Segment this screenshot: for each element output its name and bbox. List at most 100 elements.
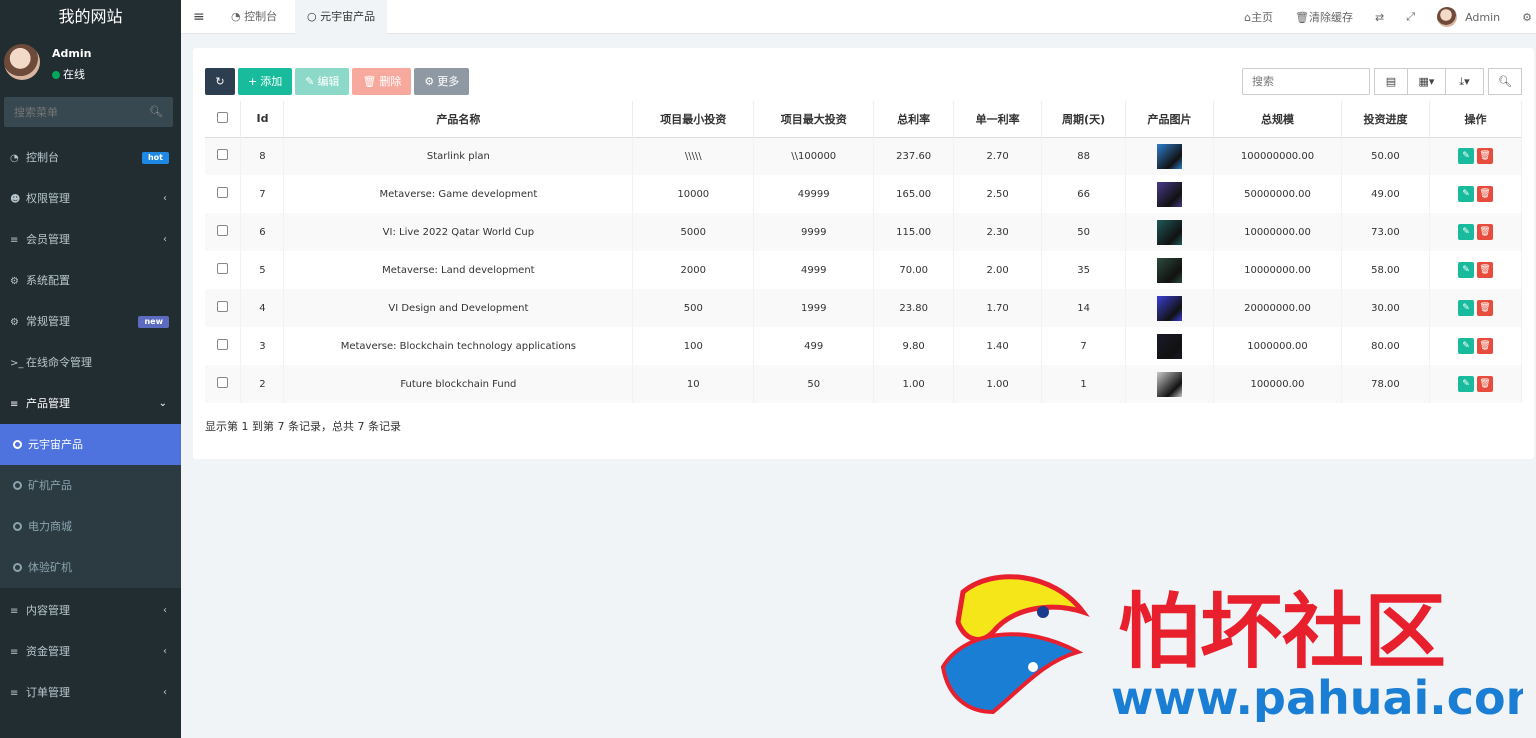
trash-icon: 🗑︎	[1479, 189, 1491, 199]
sidebar-item-online-command[interactable]: >_ 在线命令管理	[0, 342, 181, 383]
menu-search-input[interactable]	[4, 97, 144, 127]
row-delete-button[interactable]: 🗑︎	[1476, 186, 1493, 202]
sidebar-item-content[interactable]: ≡ 内容管理 ‹	[0, 590, 181, 631]
sidebar-item-general[interactable]: ⚙ 常规管理 new	[0, 301, 181, 342]
col-single-rate[interactable]: 单一利率	[953, 101, 1043, 137]
col-progress[interactable]: 投资进度	[1341, 101, 1430, 137]
product-thumbnail[interactable]	[1157, 295, 1183, 321]
row-edit-button[interactable]: ✎	[1457, 300, 1474, 316]
row-delete-button[interactable]: 🗑︎	[1476, 224, 1493, 240]
tab-metaverse-products[interactable]: ○ 元宇宙产品	[295, 0, 388, 34]
submenu-item-metaverse[interactable]: 元宇宙产品	[0, 424, 181, 465]
row-edit-button[interactable]: ✎	[1457, 186, 1474, 202]
table-row[interactable]: 2 Future blockchain Fund 10 50 1.00 1.00 1 1000…	[205, 365, 1523, 403]
row-checkbox[interactable]	[217, 187, 229, 198]
table-row[interactable]: 4 VI Design and Development 500 1999 23.80 1.…	[205, 289, 1523, 327]
submenu-item-miner[interactable]: 矿机产品	[0, 465, 181, 506]
row-delete-button[interactable]: 🗑︎	[1476, 300, 1493, 316]
row-checkbox[interactable]	[217, 377, 229, 388]
more-button[interactable]: ⚙ 更多	[414, 68, 470, 95]
row-delete-button[interactable]: 🗑︎	[1476, 338, 1493, 354]
export-button[interactable]: ⤓▾	[1446, 68, 1484, 95]
sidebar-item-members[interactable]: ≡ 会员管理 ‹	[0, 219, 181, 260]
refresh-icon: ↻	[215, 75, 225, 88]
row-delete-button[interactable]: 🗑︎	[1476, 148, 1493, 165]
table-row[interactable]: 3 Metaverse: Blockchain technology applic…	[205, 327, 1523, 365]
col-scale[interactable]: 总规模	[1213, 101, 1342, 137]
col-cycle[interactable]: 周期(天)	[1041, 101, 1127, 137]
delete-button[interactable]: 🗑︎ 删除	[352, 68, 412, 95]
toggle-view-button[interactable]: ▤	[1374, 68, 1408, 95]
cell-actions: ✎ 🗑︎	[1429, 251, 1523, 289]
col-max-invest[interactable]: 项目最大投资	[753, 101, 875, 137]
search-icon[interactable]: 🔍︎	[149, 105, 163, 118]
cell-progress: 78.00	[1341, 365, 1430, 403]
add-button[interactable]: + 添加	[238, 68, 293, 95]
select-all-checkbox[interactable]	[217, 111, 229, 123]
submenu-item-power-store[interactable]: 电力商城	[0, 506, 181, 547]
row-delete-button[interactable]: 🗑︎	[1476, 376, 1493, 392]
cell-progress: 49.00	[1341, 175, 1430, 213]
col-image[interactable]: 产品图片	[1125, 101, 1215, 137]
menu-search: 🔍︎	[4, 97, 173, 127]
cell-cycle: 35	[1041, 251, 1127, 289]
product-thumbnail[interactable]	[1157, 257, 1183, 283]
row-edit-button[interactable]: ✎	[1457, 338, 1474, 354]
sidebar-item-products[interactable]: ≡ 产品管理 ⌄	[0, 383, 181, 424]
product-thumbnail[interactable]	[1157, 181, 1183, 207]
sidebar-item-orders[interactable]: ≡ 订单管理 ‹	[0, 672, 181, 713]
cell-image	[1125, 365, 1215, 403]
table-row[interactable]: 7 Metaverse: Game development 10000 49999 16…	[205, 175, 1523, 213]
row-edit-button[interactable]: ✎	[1457, 262, 1474, 278]
row-edit-button[interactable]: ✎	[1457, 224, 1474, 240]
columns-button[interactable]: ▦▾	[1408, 68, 1446, 95]
row-checkbox[interactable]	[217, 301, 229, 312]
menu-toggle-icon[interactable]: ≡	[193, 9, 205, 25]
row-delete-button[interactable]: 🗑︎	[1476, 262, 1493, 278]
row-edit-button[interactable]: ✎	[1457, 376, 1474, 392]
fullscreen-icon[interactable]: ⤢	[1406, 10, 1415, 24]
product-thumbnail[interactable]	[1157, 143, 1183, 169]
translate-icon[interactable]: ⇄	[1375, 11, 1384, 24]
sidebar-item-system-config[interactable]: ⚙ 系统配置	[0, 260, 181, 301]
submenu-item-trial-miner[interactable]: 体验矿机	[0, 547, 181, 588]
search-button[interactable]: 🔍︎	[1488, 68, 1522, 95]
tab-dashboard[interactable]: ◔ 控制台	[219, 0, 289, 34]
brand-title[interactable]: 我的网站	[0, 0, 181, 34]
edit-button[interactable]: ✎ 编辑	[295, 68, 350, 95]
sidebar-item-funds[interactable]: ≡ 资金管理 ‹	[0, 631, 181, 672]
row-checkbox[interactable]	[217, 149, 229, 161]
row-edit-button[interactable]: ✎	[1457, 148, 1474, 165]
col-name[interactable]: 产品名称	[283, 101, 634, 137]
gear-icon[interactable]: ⚙	[1522, 11, 1532, 24]
product-thumbnail[interactable]	[1157, 333, 1183, 359]
col-id[interactable]: Id	[240, 101, 285, 137]
watermark: 怕坏社区 www.pahuai.com	[933, 572, 1536, 725]
pencil-icon: ✎	[1462, 151, 1470, 162]
cell-max-invest: 50	[753, 365, 875, 403]
row-select-cell	[205, 137, 242, 175]
product-thumbnail[interactable]	[1157, 219, 1183, 245]
table-row[interactable]: 8 Starlink plan \\\\\ \\100000 237.60 2.70 88 1…	[205, 137, 1523, 175]
online-dot-icon	[52, 71, 60, 79]
sidebar-item-label: 会员管理	[26, 233, 70, 246]
user-menu[interactable]: Admin	[1437, 7, 1500, 27]
row-checkbox[interactable]	[217, 339, 229, 350]
row-checkbox[interactable]	[217, 225, 229, 236]
chevron-left-icon: ‹	[163, 193, 167, 204]
sidebar: 我的网站 Admin 在线 🔍︎ ◔ 控制台 hot ☻ 权限管理 ‹ ≡ 会员管理 …	[0, 0, 181, 738]
col-total-rate[interactable]: 总利率	[873, 101, 955, 137]
col-min-invest[interactable]: 项目最小投资	[632, 101, 755, 137]
cell-name: Future blockchain Fund	[283, 365, 634, 403]
home-link[interactable]: ⌂ 主页	[1244, 9, 1273, 25]
table-row[interactable]: 5 Metaverse: Land development 2000 4999 70.0…	[205, 251, 1523, 289]
table-search-input[interactable]	[1242, 68, 1370, 95]
cell-scale: 10000000.00	[1213, 213, 1342, 251]
product-thumbnail[interactable]	[1157, 371, 1183, 397]
clear-cache-link[interactable]: 🗑︎ 清除缓存	[1295, 9, 1353, 25]
table-row[interactable]: 6 VI: Live 2022 Qatar World Cup 5000 9999 11…	[205, 213, 1523, 251]
sidebar-item-dashboard[interactable]: ◔ 控制台 hot	[0, 137, 181, 178]
sidebar-item-permissions[interactable]: ☻ 权限管理 ‹	[0, 178, 181, 219]
row-checkbox[interactable]	[217, 263, 229, 274]
refresh-button[interactable]: ↻	[205, 68, 235, 95]
